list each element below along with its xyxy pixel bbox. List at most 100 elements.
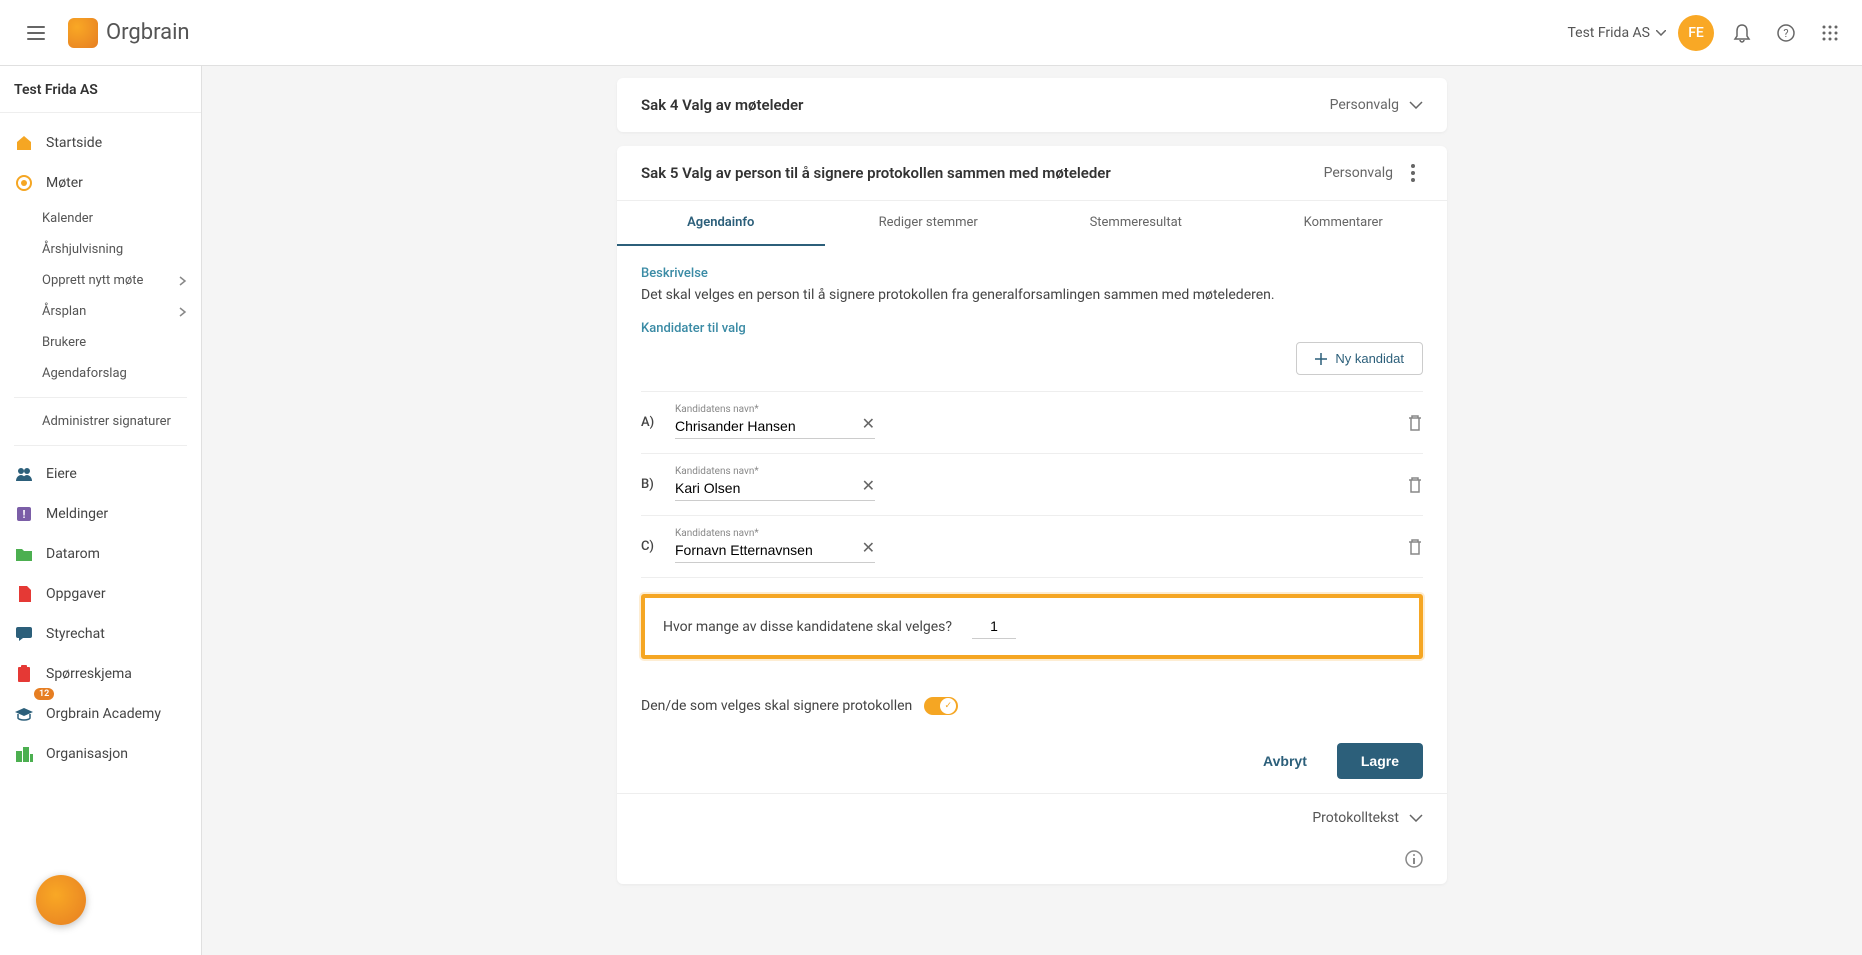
- candidate-toolbar: Ny kandidat: [641, 342, 1423, 375]
- more-options-button[interactable]: [1403, 164, 1423, 182]
- how-many-input[interactable]: [972, 614, 1016, 639]
- info-row: [617, 842, 1447, 884]
- protokolltekst-row[interactable]: Protokolltekst: [617, 793, 1447, 842]
- content-column: Sak 4 Valg av møteleder Personvalg Sak 5…: [617, 66, 1447, 955]
- logo[interactable]: Orgbrain: [68, 18, 190, 48]
- save-button[interactable]: Lagre: [1337, 743, 1423, 779]
- tab-kommentarer[interactable]: Kommentarer: [1240, 201, 1448, 246]
- bell-icon: [1733, 23, 1751, 43]
- divider: [14, 397, 187, 398]
- organisation-icon: [14, 744, 34, 764]
- floating-help-button[interactable]: [36, 875, 86, 925]
- main-canvas: Sak 4 Valg av møteleder Personvalg Sak 5…: [202, 66, 1862, 955]
- sidebar-item-startside[interactable]: Startside: [0, 123, 201, 163]
- org-dropdown[interactable]: Test Frida AS: [1567, 25, 1666, 41]
- tasks-icon: [14, 584, 34, 604]
- sidebar: Test Frida AS Startside Møter Kalender Å…: [0, 66, 202, 955]
- sidebar-item-moter[interactable]: Møter: [0, 163, 201, 203]
- toggle-label: Den/de som velges skal signere protokoll…: [641, 698, 912, 714]
- logo-text: Orgbrain: [106, 20, 190, 45]
- sign-protocol-toggle[interactable]: [924, 697, 958, 715]
- sidebar-label: Datarom: [46, 546, 100, 562]
- sidebar-label: Møter: [46, 175, 83, 191]
- candidate-field: Kandidatens navn* ✕: [675, 406, 875, 439]
- caret-down-icon: [1656, 30, 1666, 36]
- apps-grid-icon: [1821, 24, 1839, 42]
- tab-stemmeresultat[interactable]: Stemmeresultat: [1032, 201, 1240, 246]
- chevron-down-icon[interactable]: [1409, 98, 1423, 112]
- app-header: Orgbrain Test Frida AS FE ?: [0, 0, 1862, 66]
- apps-button[interactable]: [1814, 17, 1846, 49]
- sidebar-item-organisasjon[interactable]: Organisasjon: [0, 734, 201, 774]
- sidebar-item-styrechat[interactable]: Styrechat: [0, 614, 201, 654]
- sidebar-sub-arsplan[interactable]: Årsplan: [0, 296, 201, 327]
- sidebar-sub-label: Opprett nytt møte: [42, 273, 143, 288]
- sidebar-item-meldinger[interactable]: ! Meldinger: [0, 494, 201, 534]
- sidebar-sub-label: Årsplan: [42, 304, 86, 319]
- tab-rediger-stemmer[interactable]: Rediger stemmer: [825, 201, 1033, 246]
- sidebar-label: Spørreskjema: [46, 666, 132, 682]
- card-header: Sak 5 Valg av person til å signere proto…: [617, 146, 1447, 200]
- sidebar-sub-opprett[interactable]: Opprett nytt møte: [0, 265, 201, 296]
- clear-icon[interactable]: ✕: [862, 476, 875, 495]
- section-body: Beskrivelse Det skal velges en person ti…: [617, 246, 1447, 691]
- sidebar-item-academy[interactable]: Orgbrain Academy: [0, 694, 201, 734]
- messages-icon: !: [14, 504, 34, 524]
- sidebar-sub-kalender[interactable]: Kalender: [0, 203, 201, 234]
- card-type-group: Personvalg: [1324, 164, 1423, 182]
- sidebar-sub-arshjul[interactable]: Årshjulvisning: [0, 234, 201, 265]
- card-title: Sak 4 Valg av møteleder: [641, 96, 803, 114]
- candidate-field: Kandidatens navn* ✕: [675, 530, 875, 563]
- sidebar-sub-agenda[interactable]: Agendaforslag: [0, 358, 201, 389]
- field-label: Kandidatens navn*: [675, 528, 759, 539]
- help-button[interactable]: ?: [1770, 17, 1802, 49]
- clear-icon[interactable]: ✕: [862, 538, 875, 557]
- sidebar-org-name: Test Frida AS: [0, 82, 201, 113]
- sidebar-label: Oppgaver: [46, 586, 106, 602]
- folder-icon: [14, 544, 34, 564]
- candidate-field: Kandidatens navn* ✕: [675, 468, 875, 501]
- how-many-label: Hvor mange av disse kandidatene skal vel…: [663, 619, 952, 635]
- delete-candidate-button[interactable]: [1407, 538, 1423, 556]
- new-candidate-button[interactable]: Ny kandidat: [1296, 342, 1423, 375]
- agenda-card-4: Sak 4 Valg av møteleder Personvalg: [617, 78, 1447, 132]
- sidebar-item-sporreskjema[interactable]: Spørreskjema: [0, 654, 201, 694]
- sidebar-item-oppgaver[interactable]: Oppgaver: [0, 574, 201, 614]
- sidebar-label: Styrechat: [46, 626, 105, 642]
- sidebar-sub-brukere[interactable]: Brukere: [0, 327, 201, 358]
- home-icon: [14, 133, 34, 153]
- meetings-icon: [14, 173, 34, 193]
- candidate-row: C) Kandidatens navn* ✕: [641, 515, 1423, 578]
- sidebar-item-datarom[interactable]: Datarom: [0, 534, 201, 574]
- hamburger-icon: [27, 26, 45, 40]
- sidebar-sub-signaturer[interactable]: Administrer signaturer: [0, 406, 201, 437]
- info-icon[interactable]: [1405, 850, 1423, 868]
- card-title: Sak 5 Valg av person til å signere proto…: [641, 164, 1111, 182]
- field-label: Kandidatens navn*: [675, 404, 759, 415]
- svg-text:?: ?: [1783, 27, 1788, 40]
- academy-icon: [14, 704, 34, 724]
- card-type-label: Personvalg: [1324, 165, 1393, 181]
- sidebar-label: Eiere: [46, 466, 77, 482]
- sidebar-label: Meldinger: [46, 506, 108, 522]
- how-many-highlight: Hvor mange av disse kandidatene skal vel…: [641, 594, 1423, 659]
- notifications-button[interactable]: [1726, 17, 1758, 49]
- sidebar-item-eiere[interactable]: Eiere: [0, 454, 201, 494]
- clear-icon[interactable]: ✕: [862, 414, 875, 433]
- delete-candidate-button[interactable]: [1407, 414, 1423, 432]
- delete-candidate-button[interactable]: [1407, 476, 1423, 494]
- plus-icon: [1315, 353, 1327, 365]
- chevron-right-icon: [179, 307, 187, 317]
- sidebar-label: Startside: [46, 135, 102, 151]
- card-type-group: Personvalg: [1330, 97, 1423, 113]
- sidebar-label: Organisasjon: [46, 746, 128, 762]
- cancel-button[interactable]: Avbryt: [1245, 743, 1325, 779]
- agenda-card-5: Sak 5 Valg av person til å signere proto…: [617, 146, 1447, 884]
- header-right: Test Frida AS FE ?: [1567, 15, 1846, 51]
- org-dropdown-label: Test Frida AS: [1567, 25, 1650, 41]
- candidate-letter: B): [641, 477, 663, 492]
- hamburger-menu-button[interactable]: [16, 13, 56, 53]
- tab-agendainfo[interactable]: Agendainfo: [617, 201, 825, 246]
- card-header[interactable]: Sak 4 Valg av møteleder Personvalg: [617, 78, 1447, 132]
- avatar[interactable]: FE: [1678, 15, 1714, 51]
